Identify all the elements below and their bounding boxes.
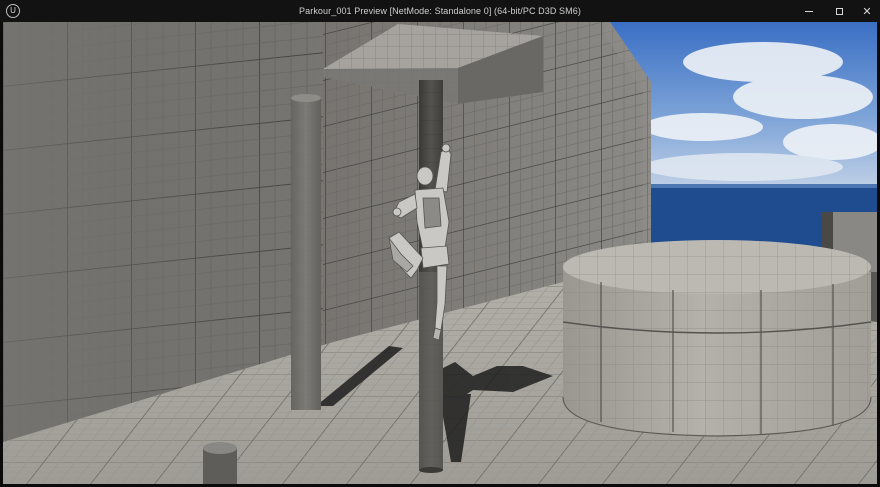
title-bar[interactable]: U Parkour_001 Preview [NetMode: Standalo… [0,0,880,22]
minimize-button[interactable] [794,0,824,22]
left-pillar [291,94,321,410]
maximize-icon [835,7,843,15]
minimize-icon [805,10,813,12]
game-viewport[interactable] [3,22,877,484]
close-button[interactable]: ✕ [852,0,880,22]
unreal-engine-logo-icon: U [6,4,20,18]
window-title: Parkour_001 Preview [NetMode: Standalone… [299,6,581,16]
foreground-post [203,442,237,484]
game-window: U Parkour_001 Preview [NetMode: Standalo… [0,0,880,487]
maximize-button[interactable] [824,0,854,22]
cylinder-platform [562,240,872,437]
close-icon: ✕ [862,5,872,18]
